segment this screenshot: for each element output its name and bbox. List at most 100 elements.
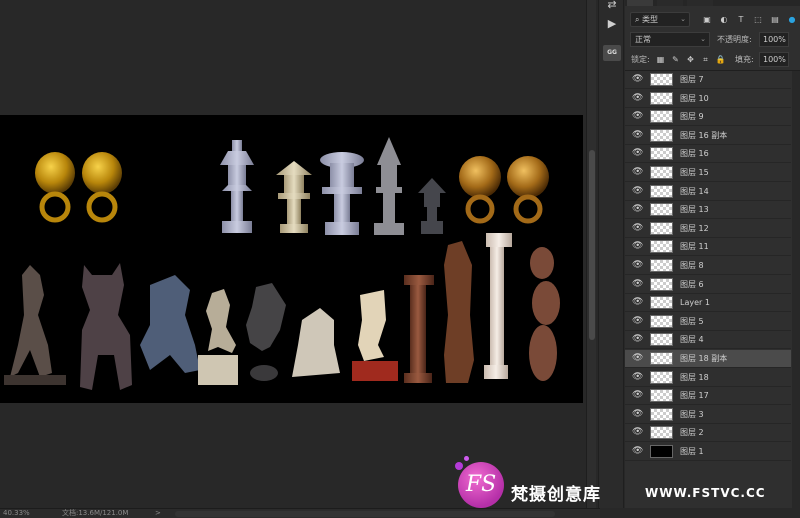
layer-row[interactable]: 👁 图层 13: [625, 201, 791, 220]
history-icon[interactable]: ⇄: [603, 0, 621, 13]
lock-pixels-icon[interactable]: ✎: [670, 53, 681, 66]
layer-thumbnail[interactable]: [650, 166, 673, 179]
layer-name[interactable]: 图层 2: [680, 424, 704, 442]
layer-row[interactable]: 👁 图层 7: [625, 71, 791, 89]
tab-layers[interactable]: [627, 0, 653, 6]
layer-name[interactable]: 图层 16 副本: [680, 127, 727, 145]
visibility-eye-icon[interactable]: 👁: [632, 93, 643, 104]
visibility-eye-icon[interactable]: 👁: [632, 186, 643, 197]
layer-name[interactable]: 图层 14: [680, 183, 709, 201]
blend-mode-select[interactable]: 正常 ⌄: [630, 32, 710, 47]
layer-name[interactable]: 图层 15: [680, 164, 709, 182]
visibility-eye-icon[interactable]: 👁: [632, 223, 643, 234]
visibility-eye-icon[interactable]: 👁: [632, 409, 643, 420]
layer-thumbnail[interactable]: [650, 110, 673, 124]
layer-name[interactable]: 图层 9: [680, 108, 704, 126]
visibility-eye-icon[interactable]: 👁: [632, 390, 643, 401]
layer-row[interactable]: 👁 图层 18: [625, 368, 791, 387]
smart-object-filter-icon[interactable]: ▤: [769, 14, 781, 26]
layer-row[interactable]: 👁 图层 18 副本: [625, 350, 791, 368]
shape-filter-icon[interactable]: ⬚: [752, 14, 764, 26]
layer-thumbnail[interactable]: [650, 184, 673, 198]
layer-row[interactable]: 👁 图层 1: [625, 443, 791, 461]
layer-row[interactable]: 👁 图层 10: [625, 89, 791, 108]
layer-name[interactable]: 图层 3: [680, 406, 704, 424]
artboard-lock-icon[interactable]: ⌗: [700, 53, 711, 66]
visibility-eye-icon[interactable]: 👁: [632, 446, 643, 457]
layer-row[interactable]: 👁 图层 9: [625, 108, 791, 127]
glyphs-icon[interactable]: GG: [603, 45, 621, 61]
layer-row[interactable]: 👁 图层 17: [625, 387, 791, 406]
workspace-vertical-scrollbar[interactable]: [586, 0, 596, 508]
visibility-eye-icon[interactable]: 👁: [632, 260, 643, 271]
lock-position-icon[interactable]: ✥: [685, 53, 696, 66]
layer-row[interactable]: 👁 图层 3: [625, 405, 791, 424]
layer-kind-filter[interactable]: ⌕ 类型 ⌄: [630, 12, 690, 27]
tab-channels[interactable]: [657, 0, 683, 6]
layer-row[interactable]: 👁 Layer 1: [625, 294, 791, 313]
visibility-eye-icon[interactable]: 👁: [632, 204, 643, 215]
layer-name[interactable]: Layer 1: [680, 294, 710, 312]
layer-name[interactable]: 图层 17: [680, 387, 709, 405]
layer-row[interactable]: 👁 图层 16: [625, 145, 791, 164]
layer-name[interactable]: 图层 4: [680, 331, 704, 349]
layer-row[interactable]: 👁 图层 5: [625, 312, 791, 331]
layer-thumbnail[interactable]: [650, 314, 673, 328]
layer-thumbnail[interactable]: [650, 91, 673, 105]
layer-name[interactable]: 图层 12: [680, 220, 709, 238]
lock-transparent-icon[interactable]: ▦: [655, 53, 666, 66]
type-filter-icon[interactable]: T: [735, 14, 747, 26]
layer-thumbnail[interactable]: [650, 389, 673, 403]
visibility-eye-icon[interactable]: 👁: [632, 427, 643, 438]
layer-thumbnail[interactable]: [650, 259, 673, 272]
horizontal-scrollbar[interactable]: [175, 511, 555, 517]
visibility-eye-icon[interactable]: 👁: [632, 372, 643, 383]
layer-thumbnail[interactable]: [650, 352, 673, 365]
lock-all-icon[interactable]: 🔒: [715, 53, 726, 66]
visibility-eye-icon[interactable]: 👁: [632, 74, 643, 85]
layer-name[interactable]: 图层 11: [680, 238, 709, 256]
layer-row[interactable]: 👁 图层 6: [625, 275, 791, 294]
layers-scrollbar[interactable]: [792, 71, 800, 508]
layer-row[interactable]: 👁 图层 16 副本: [625, 126, 791, 145]
visibility-eye-icon[interactable]: 👁: [632, 148, 643, 159]
layer-name[interactable]: 图层 5: [680, 313, 704, 331]
visibility-eye-icon[interactable]: 👁: [632, 279, 643, 290]
layer-thumbnail[interactable]: [650, 128, 673, 142]
layer-thumbnail[interactable]: [650, 221, 673, 235]
layer-name[interactable]: 图层 8: [680, 257, 704, 275]
layer-row[interactable]: 👁 图层 11: [625, 238, 791, 257]
adjustment-filter-icon[interactable]: ◐: [718, 14, 730, 26]
filter-toggle-icon[interactable]: ●: [786, 14, 798, 26]
visibility-eye-icon[interactable]: 👁: [632, 111, 643, 122]
visibility-eye-icon[interactable]: 👁: [632, 241, 643, 252]
opacity-field[interactable]: 100%: [759, 32, 789, 47]
layer-name[interactable]: 图层 16: [680, 145, 709, 163]
layer-name[interactable]: 图层 6: [680, 276, 704, 294]
layer-thumbnail[interactable]: [650, 426, 673, 440]
play-icon[interactable]: ▶: [603, 16, 621, 32]
layer-thumbnail[interactable]: [650, 296, 673, 310]
layer-name[interactable]: 图层 10: [680, 90, 709, 108]
scrollbar-thumb[interactable]: [589, 150, 595, 340]
layer-thumbnail[interactable]: [650, 147, 673, 161]
layer-row[interactable]: 👁 图层 14: [625, 182, 791, 201]
layer-thumbnail[interactable]: [650, 73, 673, 86]
tab-paths[interactable]: [687, 0, 713, 6]
visibility-eye-icon[interactable]: 👁: [632, 316, 643, 327]
layer-row[interactable]: 👁 图层 8: [625, 257, 791, 275]
visibility-eye-icon[interactable]: 👁: [632, 353, 643, 364]
layer-name[interactable]: 图层 18: [680, 369, 709, 387]
visibility-eye-icon[interactable]: 👁: [632, 297, 643, 308]
layer-thumbnail[interactable]: [650, 277, 673, 291]
layer-thumbnail[interactable]: [650, 370, 673, 384]
fill-field[interactable]: 100%: [759, 52, 789, 67]
document-canvas[interactable]: [0, 115, 583, 403]
layer-thumbnail[interactable]: [650, 333, 673, 347]
visibility-eye-icon[interactable]: 👁: [632, 130, 643, 141]
layer-name[interactable]: 图层 7: [680, 71, 704, 89]
layer-row[interactable]: 👁 图层 2: [625, 424, 791, 443]
layer-row[interactable]: 👁 图层 4: [625, 331, 791, 350]
layer-name[interactable]: 图层 1: [680, 443, 704, 461]
layer-thumbnail[interactable]: [650, 240, 673, 254]
